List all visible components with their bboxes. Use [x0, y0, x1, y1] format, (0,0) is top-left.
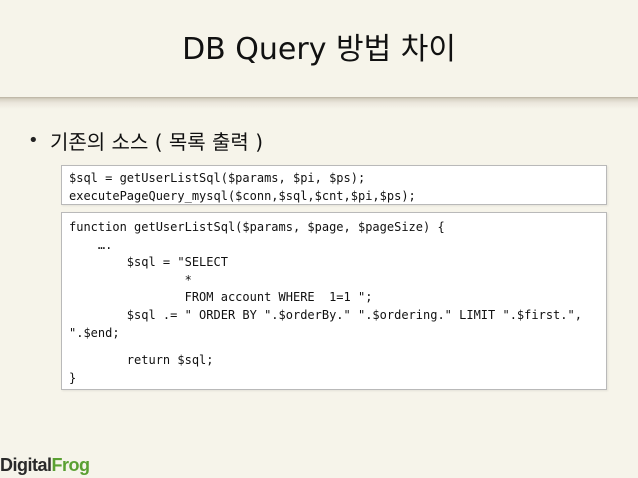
code-line: function getUserListSql($params, $page, … [69, 220, 445, 234]
code-line: return $sql; [69, 353, 214, 368]
code-line: * [69, 272, 192, 287]
code-block-function: function getUserListSql($params, $page, … [61, 212, 607, 390]
code-line: } [69, 370, 77, 385]
bullet-item: • 기존의 소스 ( 목록 출력 ) [28, 127, 263, 154]
bullet-marker: • [28, 129, 39, 151]
code-line: …. [69, 237, 113, 252]
code-line: $sql = getUserListSql($params, $pi, $ps)… [69, 171, 366, 185]
code-line: executePageQuery_mysql($conn,$sql,$cnt,$… [69, 188, 416, 203]
code-line: $sql = "SELECT [69, 255, 228, 270]
code-line: ".$end; [69, 325, 120, 340]
code-line: FROM account WHERE 1=1 "; [69, 290, 373, 305]
slide-title: DB Query 방법 차이 [182, 32, 456, 67]
title-divider [0, 97, 638, 109]
code-line: $sql .= " ORDER BY ".$orderBy." ".$order… [69, 307, 582, 322]
logo-text-digital: Digital [0, 454, 52, 475]
digitalfrog-logo: Digital Frog [0, 452, 90, 478]
logo-text-frog: Frog [51, 454, 91, 475]
code-block-call: $sql = getUserListSql($params, $pi, $ps)… [61, 165, 607, 205]
slide: DB Query 방법 차이 • 기존의 소스 ( 목록 출력 ) $sql =… [0, 0, 638, 478]
bullet-text: 기존의 소스 ( 목록 출력 ) [50, 129, 263, 154]
